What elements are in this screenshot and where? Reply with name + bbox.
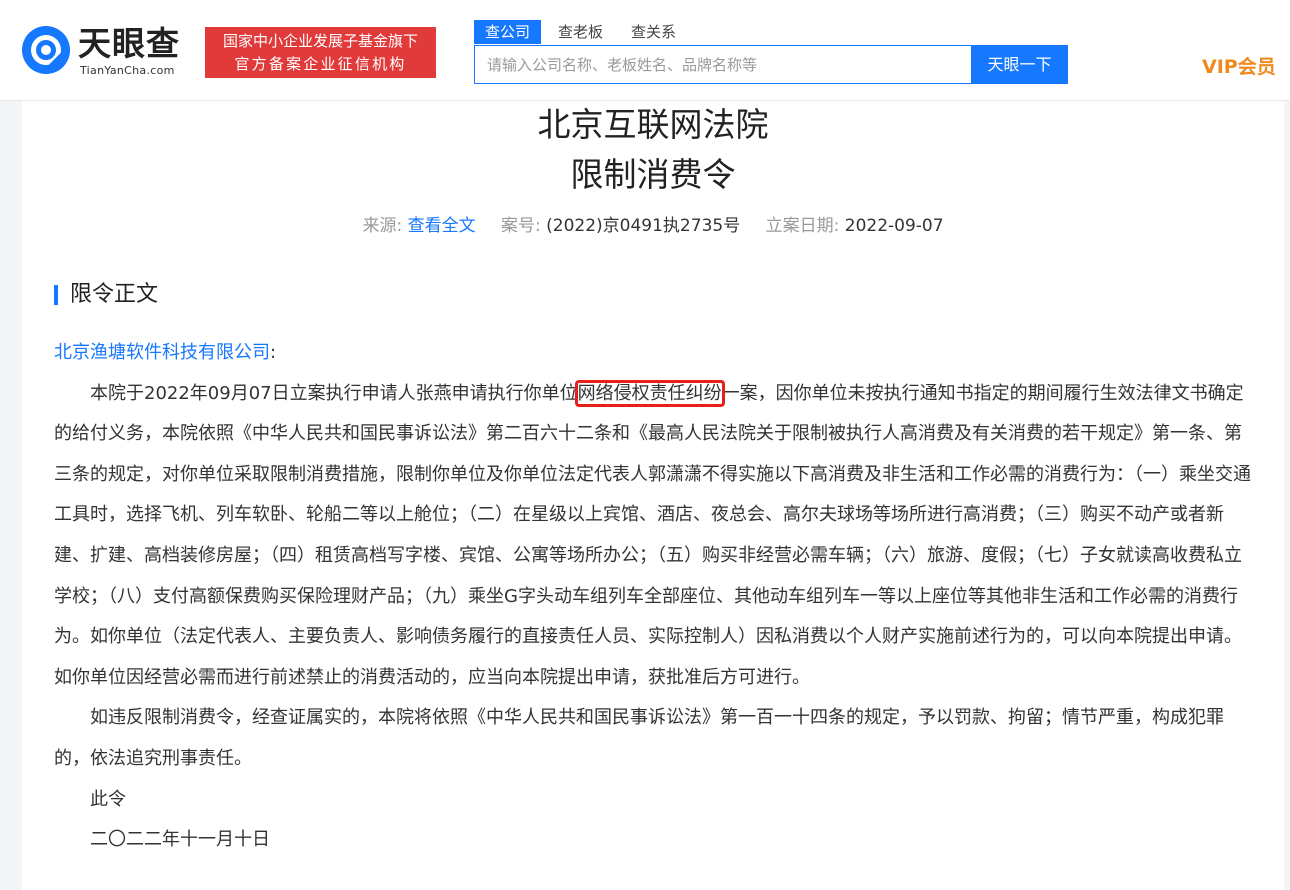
document-title: 北京互联网法院 限制消费令	[22, 103, 1284, 197]
search-tabs: 查公司 查老板 查关系	[474, 20, 693, 44]
addressee-company-link[interactable]: 北京渔塘软件科技有限公司	[54, 342, 270, 363]
addressee-colon: :	[270, 342, 277, 363]
source-label: 来源:	[362, 216, 403, 236]
order-date: 二〇二二年十一月十日	[90, 829, 270, 851]
order-body: 北京渔塘软件科技有限公司: 本院于2022年09月07日立案执行申请人张燕申请执…	[54, 333, 1254, 861]
court-name: 北京互联网法院	[537, 105, 769, 144]
paragraph-1-rest: 一案，因你单位未按执行通知书指定的期间履行生效法律文书确定的给付义务，本院依照《…	[54, 382, 1251, 688]
document-card: 北京互联网法院 限制消费令 来源: 查看全文 案号: (2022)京0491执2…	[22, 101, 1284, 890]
badge-line-2: 官方备案企业征信机构	[234, 54, 407, 73]
logo-eye-icon	[22, 26, 70, 74]
logo-text: 天眼查	[78, 24, 180, 63]
tab-boss[interactable]: 查老板	[547, 20, 614, 44]
tab-relation[interactable]: 查关系	[620, 20, 687, 44]
view-full-text-link[interactable]: 查看全文	[408, 216, 476, 236]
section-accent-bar	[54, 285, 58, 305]
closing-line: 此令	[90, 788, 126, 810]
official-badge: 国家中小企业发展子基金旗下 官方备案企业征信机构	[205, 27, 436, 78]
paragraph-1: 本院于2022年09月07日立案执行申请人张燕申请执行你单位网络侵权责任纠纷一案…	[54, 374, 1254, 699]
addressee-line: 北京渔塘软件科技有限公司:	[54, 333, 1254, 374]
search-box: 天眼一下	[474, 45, 1068, 84]
paragraph-2: 如违反限制消费令，经查证属实的，本院将依照《中华人民共和国民事诉讼法》第一百一十…	[54, 707, 1224, 769]
section-title: 限令正文	[70, 282, 159, 307]
search-input[interactable]	[475, 46, 969, 83]
badge-line-1: 国家中小企业发展子基金旗下	[222, 31, 418, 50]
filing-date-label: 立案日期:	[765, 216, 840, 236]
document-meta: 来源: 查看全文 案号: (2022)京0491执2735号 立案日期: 202…	[22, 211, 1284, 236]
highlighted-dispute-type: 网络侵权责任纠纷	[574, 379, 725, 407]
search-button[interactable]: 天眼一下	[971, 45, 1068, 84]
case-number-label: 案号:	[501, 216, 541, 236]
filing-date: 2022-09-07	[844, 216, 944, 236]
tab-company[interactable]: 查公司	[474, 20, 542, 44]
vip-member-link[interactable]: VIP会员	[1202, 52, 1276, 79]
paragraph-1-start: 本院于2022年09月07日立案执行申请人张燕申请执行你单位	[90, 382, 578, 404]
tianyancha-logo[interactable]: 天眼查 TianYanCha.com	[20, 24, 192, 78]
case-number: (2022)京0491执2735号	[546, 216, 741, 236]
site-header: 天眼查 TianYanCha.com 国家中小企业发展子基金旗下 官方备案企业征…	[0, 0, 1290, 101]
logo-domain: TianYanCha.com	[80, 64, 175, 77]
order-type: 限制消费令	[570, 155, 736, 194]
